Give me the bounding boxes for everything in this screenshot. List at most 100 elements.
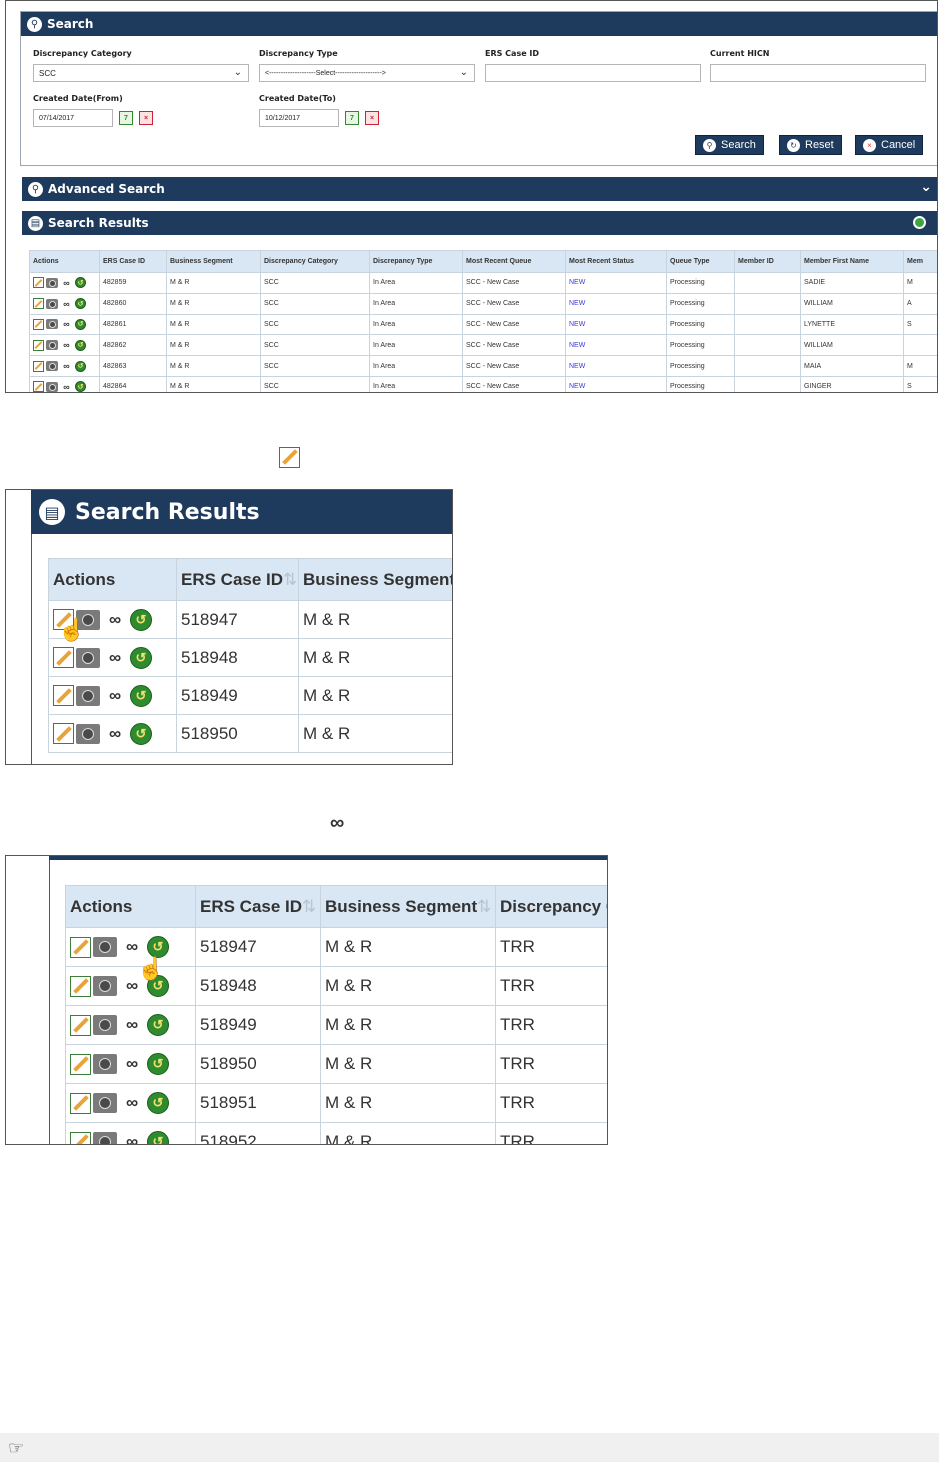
- globe-icon[interactable]: ↺: [130, 684, 152, 707]
- created-from-label: Created Date(From): [33, 94, 123, 103]
- column-header-member-first-name[interactable]: Member First Name: [800, 250, 904, 273]
- cell-ers-case-id: 482863: [99, 355, 167, 377]
- globe-icon[interactable]: ↺: [75, 318, 86, 330]
- globe-icon[interactable]: ↺: [75, 381, 86, 392]
- camera-icon[interactable]: [93, 1015, 117, 1035]
- camera-icon[interactable]: [46, 381, 58, 392]
- glasses-icon[interactable]: ∞: [60, 382, 73, 392]
- column-header-most-recent-status[interactable]: Most Recent Status: [565, 250, 667, 273]
- edit-pencil-icon[interactable]: [33, 339, 44, 351]
- glasses-icon[interactable]: ∞: [60, 340, 73, 350]
- globe-icon[interactable]: ↺: [147, 1053, 169, 1075]
- column-header-business-segment[interactable]: Business Segment: [166, 250, 261, 273]
- edit-pencil-icon[interactable]: [53, 723, 74, 744]
- column-header-discrepancy-category[interactable]: Discrepancy C: [495, 885, 607, 928]
- chevron-down-icon[interactable]: ⌄: [920, 179, 932, 195]
- camera-icon[interactable]: [76, 685, 100, 706]
- cell-business-segment: M & R: [320, 1122, 496, 1144]
- glasses-icon[interactable]: ∞: [119, 1054, 145, 1074]
- glasses-icon[interactable]: ∞: [119, 937, 145, 957]
- column-header-ers-case-id[interactable]: ERS Case ID⇅: [195, 885, 321, 928]
- glasses-icon: ∞: [330, 812, 345, 834]
- globe-icon[interactable]: ↺: [75, 339, 86, 351]
- ers-case-id-input[interactable]: [485, 64, 701, 82]
- clear-date-icon[interactable]: ×: [139, 111, 153, 125]
- column-header-ers-case-id[interactable]: ERS Case ID⇅: [176, 558, 299, 601]
- camera-icon[interactable]: [46, 277, 58, 288]
- edit-pencil-icon[interactable]: [33, 298, 44, 310]
- camera-icon[interactable]: [93, 1093, 117, 1113]
- column-header-discrepancy-type[interactable]: Discrepancy Type: [369, 250, 463, 273]
- advanced-search-header[interactable]: ⚲ Advanced Search ⌄: [22, 177, 937, 201]
- camera-icon[interactable]: [46, 361, 58, 372]
- edit-pencil-icon[interactable]: [33, 277, 44, 289]
- edit-pencil-icon[interactable]: [53, 647, 74, 668]
- column-header-ers-case-id[interactable]: ERS Case ID: [99, 250, 167, 273]
- globe-icon[interactable]: ↺: [130, 608, 152, 631]
- glasses-icon[interactable]: ∞: [119, 1015, 145, 1035]
- globe-icon[interactable]: ↺: [130, 722, 152, 745]
- cancel-button[interactable]: × Cancel: [855, 135, 924, 155]
- column-header-member-id[interactable]: Member ID: [734, 250, 801, 273]
- column-header-business-segment[interactable]: Business Segment⇅: [320, 885, 496, 928]
- created-to-input[interactable]: 10/12/2017: [259, 109, 339, 127]
- search-button[interactable]: ⚲ Search: [695, 135, 764, 155]
- edit-zoom-screenshot: ▤ Search Results Actions ERS Case ID⇅ Bu…: [5, 489, 453, 765]
- globe-icon[interactable]: ↺: [147, 1092, 169, 1114]
- globe-icon[interactable]: ↺: [75, 298, 86, 310]
- globe-icon[interactable]: ↺: [147, 1131, 169, 1144]
- edit-pencil-icon[interactable]: [70, 1014, 91, 1036]
- sort-icon[interactable]: ⇅: [283, 570, 297, 589]
- camera-icon[interactable]: [93, 937, 117, 957]
- camera-icon[interactable]: [76, 647, 100, 668]
- camera-icon[interactable]: [93, 976, 117, 996]
- current-hicn-input[interactable]: [710, 64, 926, 82]
- glasses-icon[interactable]: ∞: [60, 319, 73, 329]
- glasses-icon[interactable]: ∞: [60, 278, 73, 288]
- edit-pencil-icon[interactable]: [33, 360, 44, 372]
- column-header-discrepancy-category[interactable]: Discrepancy Category: [260, 250, 370, 273]
- sort-icon[interactable]: ⇅: [477, 897, 491, 916]
- edit-pencil-icon[interactable]: [70, 1092, 91, 1114]
- camera-icon[interactable]: [46, 298, 58, 309]
- camera-icon[interactable]: [93, 1132, 117, 1144]
- glasses-icon[interactable]: ∞: [60, 361, 73, 371]
- glasses-icon[interactable]: ∞: [102, 724, 128, 744]
- column-header-member-mi[interactable]: Mem: [903, 250, 937, 273]
- calendar-icon[interactable]: 7: [345, 111, 359, 125]
- globe-icon[interactable]: ↺: [147, 936, 169, 958]
- globe-icon[interactable]: ↺: [147, 1014, 169, 1036]
- glasses-icon[interactable]: ∞: [102, 610, 128, 630]
- reset-button[interactable]: ↻ Reset: [779, 135, 842, 155]
- discrepancy-category-select[interactable]: SCC ⌄: [33, 64, 249, 82]
- results-table: Actions ERS Case ID Business Segment Dis…: [29, 250, 937, 392]
- globe-icon[interactable]: ↺: [130, 646, 152, 669]
- edit-pencil-icon[interactable]: [33, 318, 44, 330]
- glasses-icon[interactable]: ∞: [102, 686, 128, 706]
- edit-pencil-icon[interactable]: [70, 975, 91, 997]
- glasses-icon[interactable]: ∞: [60, 299, 73, 309]
- glasses-icon[interactable]: ∞: [119, 1132, 145, 1144]
- clear-date-icon[interactable]: ×: [365, 111, 379, 125]
- column-header-business-segment[interactable]: Business Segment: [298, 558, 452, 601]
- edit-pencil-icon[interactable]: [70, 1053, 91, 1075]
- edit-pencil-icon[interactable]: [70, 1131, 91, 1144]
- discrepancy-type-select[interactable]: <--------------------Select-------------…: [259, 64, 475, 82]
- edit-pencil-icon[interactable]: [33, 381, 44, 392]
- globe-icon[interactable]: ↺: [75, 277, 86, 289]
- globe-icon[interactable]: ↺: [75, 360, 86, 372]
- sort-icon[interactable]: ⇅: [302, 897, 316, 916]
- calendar-icon[interactable]: 7: [119, 111, 133, 125]
- edit-pencil-icon[interactable]: [70, 936, 91, 958]
- camera-icon[interactable]: [46, 319, 58, 330]
- column-header-queue-type[interactable]: Queue Type: [666, 250, 735, 273]
- glasses-icon[interactable]: ∞: [119, 1093, 145, 1113]
- column-header-most-recent-queue[interactable]: Most Recent Queue: [462, 250, 566, 273]
- excel-export-icon[interactable]: [913, 216, 926, 229]
- camera-icon[interactable]: [76, 723, 100, 744]
- camera-icon[interactable]: [46, 340, 58, 351]
- edit-pencil-icon[interactable]: [53, 685, 74, 706]
- camera-icon[interactable]: [93, 1054, 117, 1074]
- created-from-input[interactable]: 07/14/2017: [33, 109, 113, 127]
- glasses-icon[interactable]: ∞: [102, 648, 128, 668]
